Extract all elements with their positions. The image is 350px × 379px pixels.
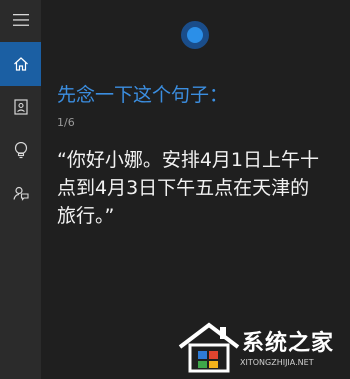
sidebar-item-feedback[interactable] — [0, 171, 41, 215]
sentence-text: “你好小娜。安排4月1日上午十点到4月3日下午五点在天津的旅行。” — [57, 149, 320, 227]
sidebar-item-notebook[interactable] — [0, 85, 41, 129]
cortana-window: 先念一下这个句子： 1/6 “你好小娜。安排4月1日上午十点到4月3日下午五点在… — [0, 0, 350, 379]
sidebar — [0, 0, 41, 379]
sidebar-item-home[interactable] — [0, 42, 41, 86]
lightbulb-icon — [14, 141, 27, 158]
sidebar-item-reminders[interactable] — [0, 128, 41, 172]
hamburger-icon — [12, 14, 29, 26]
notebook-icon — [13, 99, 28, 115]
sentence-counter: 1/6 — [57, 116, 75, 129]
hamburger-menu-button[interactable] — [0, 0, 41, 40]
watermark-url: XITONGZHIJIA.NET — [240, 358, 314, 367]
watermark-title: 系统之家 — [242, 330, 335, 356]
cortana-logo — [181, 21, 209, 49]
prompt-heading: 先念一下这个句子： — [57, 84, 229, 106]
home-icon — [13, 57, 28, 71]
feedback-icon — [12, 186, 29, 201]
watermark: 系统之家 XITONGZHIJIA.NET — [178, 319, 348, 377]
house-logo-icon — [178, 322, 240, 373]
